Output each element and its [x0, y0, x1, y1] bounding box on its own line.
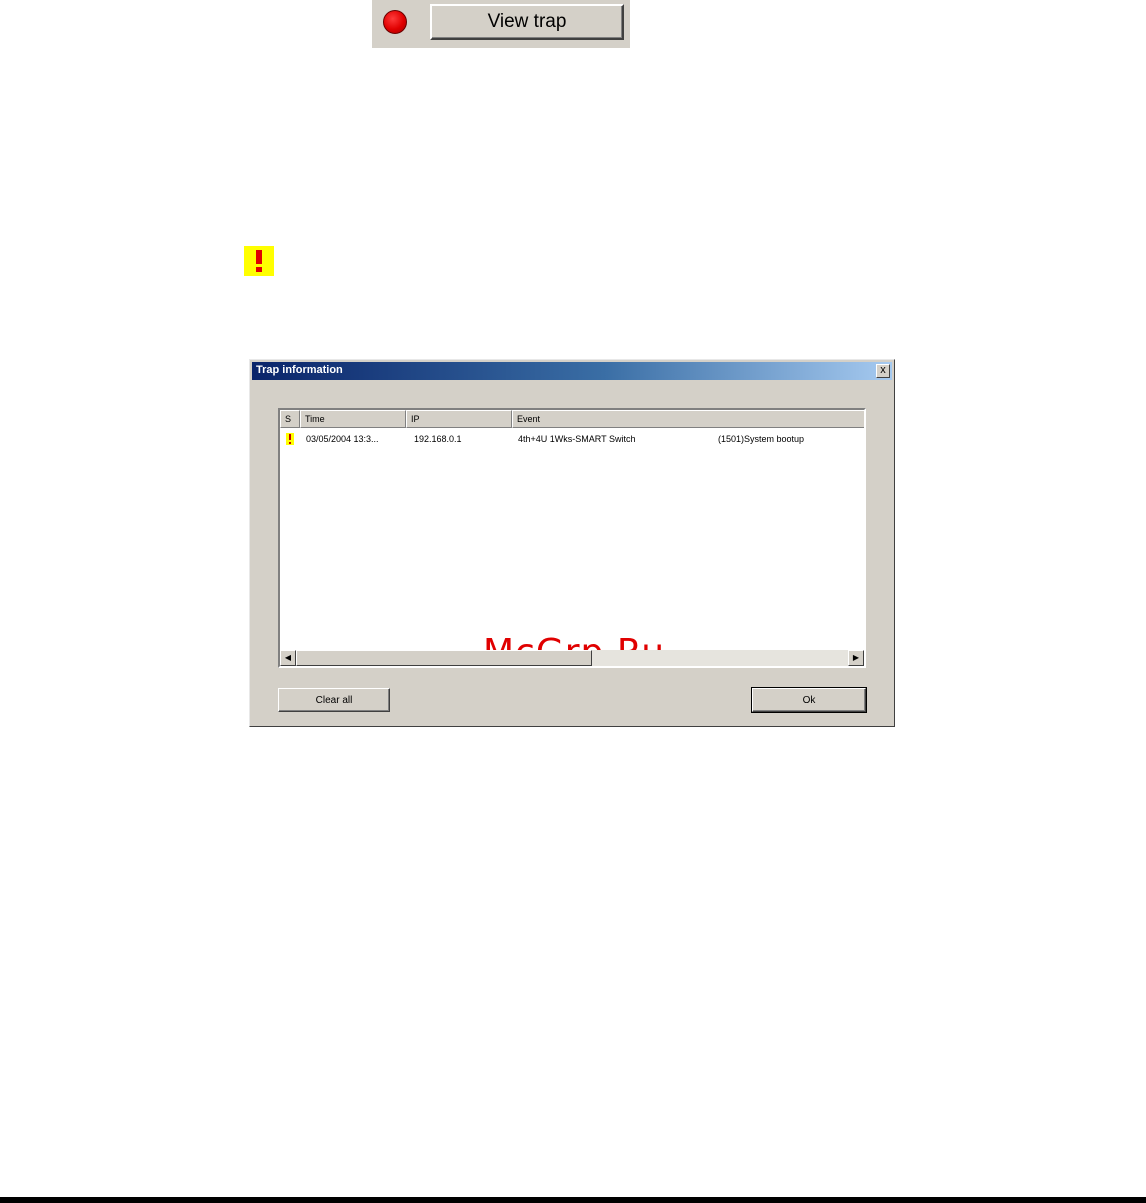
- column-header-ip[interactable]: IP: [406, 410, 512, 428]
- list-header: S Time IP Event: [280, 410, 864, 428]
- trap-information-dialog: Trap information x S Time IP Event 03/05…: [249, 359, 895, 727]
- manual-page: View trap Trap information x S Time IP E…: [0, 0, 1146, 1203]
- clear-all-button[interactable]: Clear all: [278, 688, 390, 712]
- trap-status-indicator-icon: [383, 10, 407, 34]
- column-header-event[interactable]: Event: [512, 410, 864, 428]
- row-detail: (1501)System bootup: [718, 434, 805, 444]
- ok-button[interactable]: Ok: [751, 687, 867, 713]
- column-header-time[interactable]: Time: [300, 410, 406, 428]
- page-bottom-rule: [0, 1197, 1146, 1203]
- trap-list[interactable]: S Time IP Event 03/05/2004 13:3... 192.1…: [278, 408, 866, 668]
- close-button[interactable]: x: [876, 364, 890, 378]
- row-event: 4th+4U 1Wks-SMART Switch: [518, 434, 636, 444]
- column-header-severity[interactable]: S: [280, 410, 300, 428]
- scrollbar-thumb[interactable]: [296, 650, 592, 666]
- horizontal-scrollbar[interactable]: ◀ ▶: [280, 650, 864, 666]
- row-ip: 192.168.0.1: [414, 434, 462, 444]
- warning-icon: [286, 433, 294, 445]
- view-trap-strip: View trap: [372, 0, 630, 48]
- table-row[interactable]: 03/05/2004 13:3... 192.168.0.1 4th+4U 1W…: [280, 430, 864, 448]
- row-time: 03/05/2004 13:3...: [306, 434, 379, 444]
- dialog-title: Trap information: [256, 364, 343, 376]
- dialog-titlebar[interactable]: Trap information x: [252, 362, 892, 380]
- view-trap-button[interactable]: View trap: [430, 4, 624, 40]
- scroll-left-arrow-icon[interactable]: ◀: [280, 650, 296, 666]
- warning-exclamation-icon: [244, 246, 274, 276]
- scroll-right-arrow-icon[interactable]: ▶: [848, 650, 864, 666]
